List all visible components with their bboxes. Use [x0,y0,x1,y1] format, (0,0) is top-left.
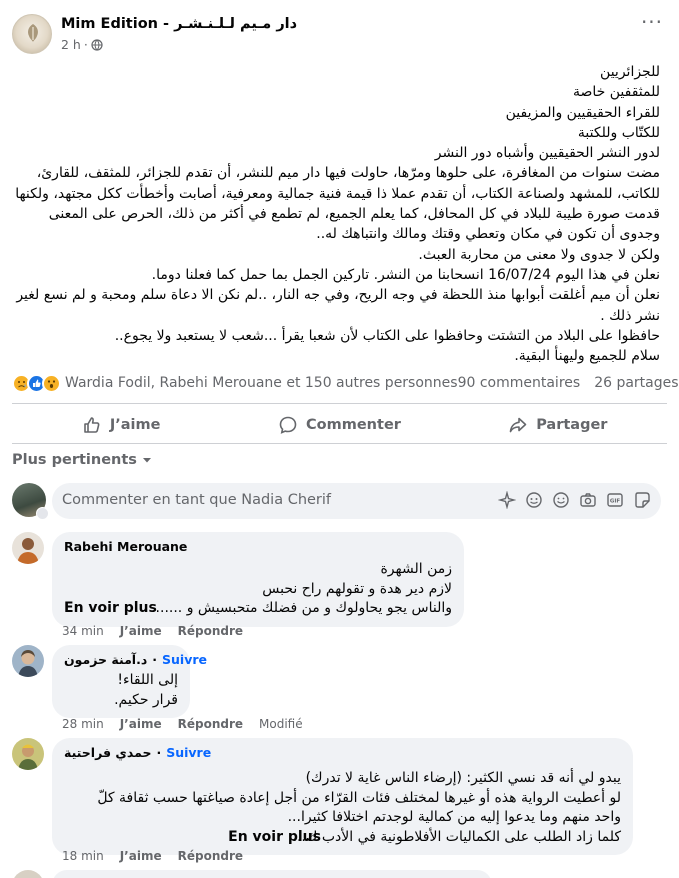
divider [12,443,667,444]
edited-label: Modifié [259,717,303,731]
see-more-link[interactable]: En voir plus [228,828,321,848]
comment-reply-button[interactable]: Répondre [178,849,243,863]
author-name[interactable]: حمدي فراحتية [64,745,151,760]
avatar-sticker-icon[interactable] [525,491,543,509]
comment-author: حمدي فراحتية · Suivre [64,745,212,760]
comment-time[interactable]: 28 min [62,717,104,731]
comment-reply-button[interactable]: Répondre [178,624,243,638]
comment-like-button[interactable]: J’aime [120,717,162,731]
current-user-avatar[interactable] [12,483,49,520]
comment-avatar[interactable] [12,532,44,564]
reactors-text[interactable]: Wardia Fodil, Rabehi Merouane et 150 aut… [65,375,458,391]
comment-avatar[interactable] [12,738,44,770]
comment-line: كلما زاد الطلب على الكماليات الأفلاطونية… [292,828,621,845]
author-name[interactable]: د.آمنة حزمون [64,652,147,667]
comment-line: لازم دير هدة و تقولهم راح نحبس [262,580,452,597]
share-icon [509,417,527,433]
comment-author[interactable]: Rabehi Merouane [64,539,452,554]
comment-avatar[interactable] [12,645,44,677]
post-action-bar: J’aime Commenter Partager [12,408,667,442]
comment-bubble: د.آمنة حزمون · Suivre إلى اللقاء! قرار ح… [52,645,207,718]
post-line: نعلن في هذا اليوم 16/07/24 انسحابنا من ا… [151,266,660,283]
divider [12,403,667,404]
comment-time[interactable]: 34 min [62,624,104,638]
post-line: ولكن لا جدوى ولا معنى من محاربة العبث. [418,246,660,263]
post-paragraph: مضت سنوات من المغافرة، على حلوها ومرّها،… [15,165,660,243]
comment-label: Commenter [306,417,401,433]
post-line: للكتّاب وللكتبة [577,124,660,141]
comment-icon [279,416,297,434]
follow-button[interactable]: Suivre [166,745,211,760]
comment-line: إلى اللقاء! [117,672,178,688]
comment-text: زمن الشهرة لازم دير هدة و تقولهم راح نحب… [64,560,452,619]
comment-input[interactable]: Commenter en tant que Nadia Cherif GIF [52,483,661,519]
camera-icon[interactable] [579,491,597,509]
sticker-icon[interactable] [633,491,651,509]
comment-input-placeholder: Commenter en tant que Nadia Cherif [62,492,332,508]
comment-line: زمن الشهرة [380,561,452,577]
comment-actions: 18 min J’aime Répondre [62,849,243,863]
globe-icon [91,38,103,51]
comment-line: يبدو لي أنه قد نسي الكثير: (إرضاء الناس … [305,770,621,786]
post-header: Mim Edition - دار مـيم لـلـنـشـر 2 h · ·… [12,12,667,58]
comment-reply-button[interactable]: Répondre [178,717,243,731]
post-meta: 2 h · [61,37,103,52]
chevron-down-icon[interactable] [36,507,49,520]
page-avatar[interactable] [12,14,52,54]
post-line: للمثقفين خاصة [572,84,660,101]
post-time[interactable]: 2 h [61,37,81,52]
page-logo-icon [28,24,38,42]
follow-button[interactable]: Suivre [162,652,207,667]
comment-actions: 28 min J’aime Répondre Modifié [62,717,303,731]
post-line: نعلن أن ميم أغلقت أبوابها منذ اللحظة في … [16,287,660,324]
comment-line-row: والناس يجو يحاولوك و من فضلك متحبسيش و .… [64,599,452,619]
post-line: حافظوا على البلاد من التشتت وحافظوا على … [114,327,660,344]
sort-label: Plus pertinents [12,452,137,468]
post-line: سلام للجميع وليهنأ البقية. [514,348,660,365]
post-line: للقراء الحقيقيين والمزيفين [505,104,660,121]
more-icon[interactable]: ··· [637,12,667,36]
composer-tools: GIF [498,491,651,509]
caret-down-icon [142,458,151,463]
comments-count[interactable]: 90 commentaires [458,375,581,391]
reactions-summary: Wardia Fodil, Rabehi Merouane et 150 aut… [12,372,679,394]
shares-count[interactable]: 26 partages [594,375,678,391]
like-label: J’aime [109,417,161,433]
thumbs-up-icon [84,417,100,433]
post-line: لدور النشر الحقيقيين وأشباه دور النشر [434,145,660,162]
comment-bubble [52,870,492,878]
see-more-link[interactable]: En voir plus [64,599,157,619]
comment-button[interactable]: Commenter [230,408,448,442]
comment-like-button[interactable]: J’aime [120,849,162,863]
comment-sort-dropdown[interactable]: Plus pertinents [12,452,153,468]
sparkle-avatar-icon[interactable] [498,491,516,509]
gif-icon[interactable]: GIF [606,491,624,509]
comment-line: قرار حكيم. [114,691,178,708]
share-button[interactable]: Partager [449,408,667,442]
wow-reaction-icon [42,373,61,393]
author-name[interactable]: Rabehi Merouane [64,539,187,554]
post-line: للجزائريين [600,64,660,80]
page-name[interactable]: Mim Edition - دار مـيم لـلـنـشـر [61,16,297,32]
comment-line: لو أعطيت الرواية هذه أو غيرها لمختلف فئا… [97,789,621,806]
comment-like-button[interactable]: J’aime [120,624,162,638]
share-label: Partager [536,417,608,433]
comment-actions: 34 min J’aime Répondre [62,624,243,638]
comment-line: والناس يجو يحاولوك و من فضلك متحبسيش و .… [151,600,452,616]
comment-bubble: حمدي فراحتية · Suivre يبدو لي أنه قد نسي… [52,738,633,855]
svg-text:GIF: GIF [610,499,621,505]
like-button[interactable]: J’aime [12,408,230,442]
post-text: للجزائريين للمثقفين خاصة للقراء الحقيقيي… [12,62,660,366]
reaction-icons[interactable] [12,373,61,393]
comment-line: واحد منهم وما يدعوا إليه من كمالية لوجدت… [287,809,621,825]
comment-text: إلى اللقاء! قرار حكيم. [64,671,178,710]
comment-time[interactable]: 18 min [62,849,104,863]
comment-author: د.آمنة حزمون · Suivre [64,652,207,667]
comment-text: يبدو لي أنه قد نسي الكثير: (إرضاء الناس … [64,769,621,847]
comment-bubble: Rabehi Merouane زمن الشهرة لازم دير هدة … [52,532,464,627]
comment-avatar[interactable] [12,870,44,878]
emoji-icon[interactable] [552,491,570,509]
comment-line-row: كلما زاد الطلب على الكماليات الأفلاطونية… [64,828,621,848]
post-counts: 90 commentaires 26 partages [458,375,679,391]
